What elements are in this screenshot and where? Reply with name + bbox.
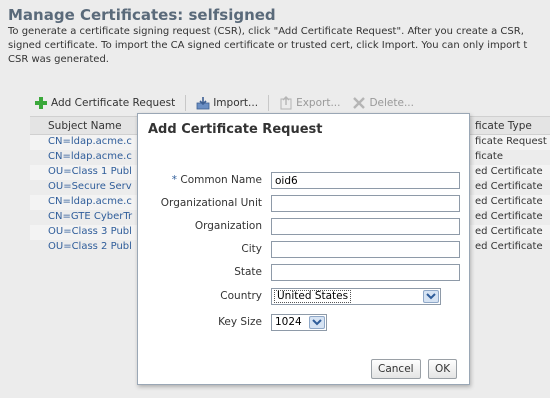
subject-name-cell[interactable]: CN=ldap.acme.c — [48, 136, 140, 147]
add-icon — [34, 96, 48, 110]
add-certificate-request-label: Add Certificate Request — [51, 97, 176, 109]
import-icon — [196, 96, 210, 110]
country-row: Country United States — [138, 288, 469, 306]
certificate-type-cell: ficate Request — [475, 136, 547, 147]
org-unit-row: Organizational Unit — [138, 195, 469, 213]
page-title: Manage Certificates: selfsigned — [8, 6, 276, 24]
country-label: Country — [220, 290, 262, 302]
manage-certificates-page: Manage Certificates: selfsigned To gener… — [0, 0, 550, 398]
org-unit-input[interactable] — [271, 195, 460, 212]
page-description: To generate a certificate signing reques… — [8, 26, 528, 65]
required-marker: * — [171, 174, 178, 186]
key-size-value: 1024 — [275, 316, 302, 328]
key-size-row: Key Size 1024 — [138, 314, 469, 332]
export-icon — [279, 96, 293, 110]
import-label: Import... — [213, 97, 259, 109]
subject-name-header[interactable]: Subject Name — [48, 120, 122, 132]
key-size-select[interactable]: 1024 — [271, 314, 327, 331]
certificate-type-header[interactable]: ficate Type — [475, 120, 532, 132]
toolbar-separator — [268, 95, 270, 111]
state-label: State — [234, 266, 262, 278]
ok-button[interactable]: OK — [428, 359, 458, 379]
state-input[interactable] — [271, 264, 460, 281]
city-row: City — [138, 241, 469, 259]
subject-name-cell[interactable]: CN=ldap.acme.c — [48, 151, 140, 162]
organization-row: Organization — [138, 218, 469, 236]
subject-name-cell[interactable]: OU=Class 1 Publ — [48, 166, 140, 177]
country-value: United States — [274, 290, 352, 303]
subject-name-cell[interactable]: OU=Secure Serv — [48, 181, 140, 192]
import-button[interactable]: Import... — [192, 96, 262, 110]
state-row: State — [138, 264, 469, 282]
subject-name-cell[interactable]: OU=Class 2 Publ — [48, 241, 140, 252]
certificate-type-cell: ed Certificate — [475, 166, 543, 177]
add-certificate-request-button[interactable]: Add Certificate Request — [30, 96, 179, 110]
common-name-input[interactable] — [271, 172, 460, 189]
certificate-type-cell: ed Certificate — [475, 226, 543, 237]
subject-name-cell[interactable]: OU=Class 3 Publ — [48, 226, 140, 237]
cancel-button[interactable]: Cancel — [371, 359, 421, 379]
certificate-type-cell: ed Certificate — [475, 181, 543, 192]
certificate-type-cell: ficate — [475, 151, 503, 162]
key-size-label: Key Size — [218, 316, 262, 328]
common-name-row: * Common Name — [138, 172, 469, 190]
delete-button[interactable]: Delete... — [348, 96, 418, 110]
certificate-type-cell: ed Certificate — [475, 241, 543, 252]
toolbar: Add Certificate Request Import... Export… — [30, 93, 418, 113]
dialog-form: * Common Name Organizational Unit Organi… — [138, 150, 469, 350]
delete-icon — [352, 96, 366, 110]
common-name-label: * Common Name — [171, 174, 262, 186]
export-label: Export... — [296, 97, 341, 109]
subject-name-cell[interactable]: CN=ldap.acme.c — [48, 196, 140, 207]
export-button[interactable]: Export... — [275, 96, 344, 110]
organization-label: Organization — [194, 220, 262, 232]
organization-input[interactable] — [271, 218, 460, 235]
certificate-type-cell: ed Certificate — [475, 196, 543, 207]
dialog-title: Add Certificate Request — [148, 122, 323, 137]
org-unit-label: Organizational Unit — [160, 197, 262, 209]
certificate-type-cell: ed Certificate — [475, 211, 543, 222]
toolbar-separator — [185, 95, 187, 111]
chevron-down-icon[interactable] — [423, 290, 439, 303]
city-label: City — [241, 243, 262, 255]
delete-label: Delete... — [369, 97, 414, 109]
dialog-footer: Cancel OK — [138, 354, 469, 384]
subject-name-cell[interactable]: CN=GTE CyberTr — [48, 211, 140, 222]
chevron-down-icon[interactable] — [309, 316, 325, 329]
country-select[interactable]: United States — [271, 288, 441, 305]
add-certificate-request-dialog: Add Certificate Request * Common Name Or… — [137, 113, 470, 385]
city-input[interactable] — [271, 241, 460, 258]
